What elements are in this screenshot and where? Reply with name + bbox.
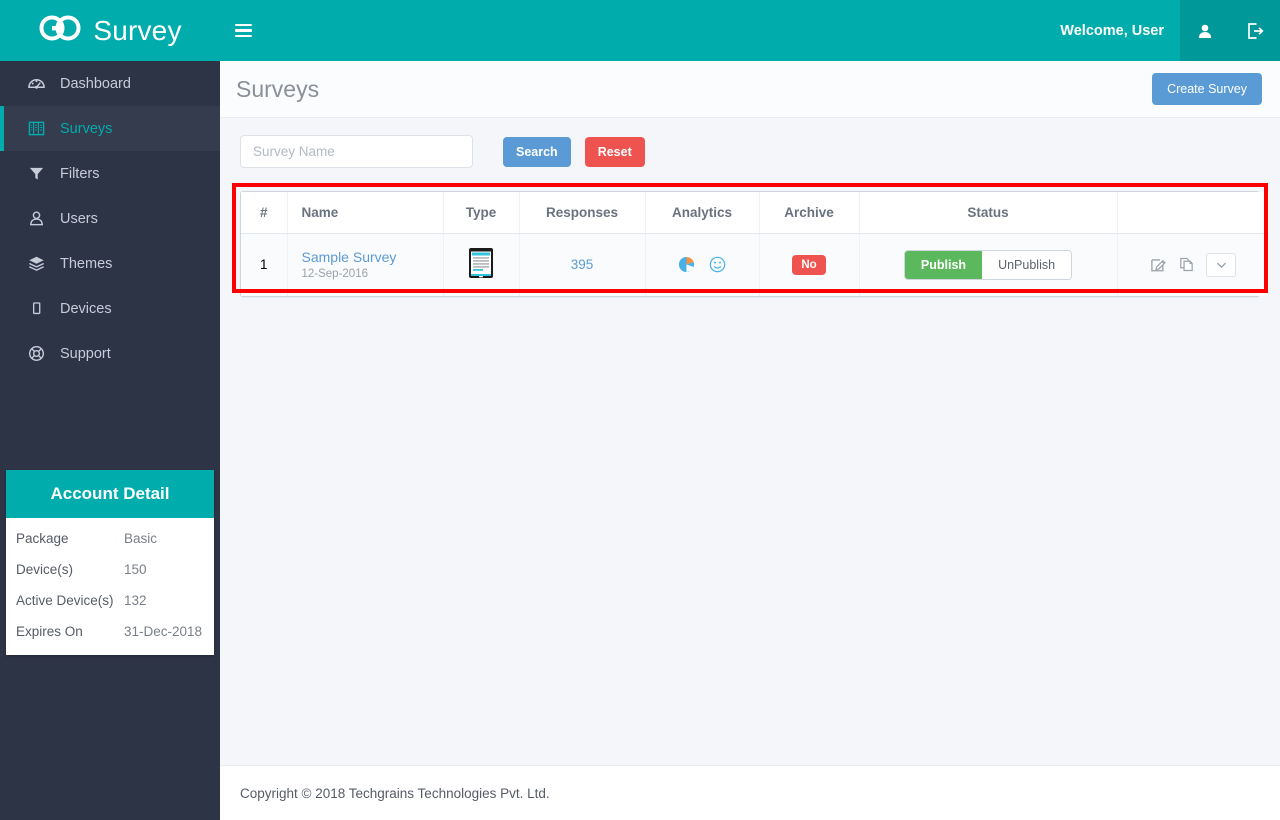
surveys-table: # Name Type Responses Analytics Archive … bbox=[241, 192, 1269, 296]
create-survey-button[interactable]: Create Survey bbox=[1152, 73, 1262, 105]
account-row-key: Package bbox=[16, 531, 69, 546]
surveys-table-panel: # Name Type Responses Analytics Archive … bbox=[240, 191, 1269, 297]
sidebar-item-users[interactable]: Users bbox=[0, 196, 220, 241]
smiley-face-icon[interactable] bbox=[709, 256, 726, 273]
account-detail-title: Account Detail bbox=[6, 470, 214, 518]
sidebar-item-label: Support bbox=[60, 345, 111, 362]
layers-icon bbox=[28, 255, 52, 272]
funnel-icon bbox=[28, 165, 52, 182]
pie-chart-icon[interactable] bbox=[678, 256, 695, 273]
sidebar-item-dashboard[interactable]: Dashboard bbox=[0, 61, 220, 106]
unpublish-button[interactable]: UnPublish bbox=[982, 250, 1072, 279]
account-row-active-devices: Active Device(s) 132 bbox=[6, 585, 214, 616]
account-row-value: 150 bbox=[124, 562, 147, 577]
page-header: Surveys Create Survey bbox=[220, 61, 1280, 118]
publish-button[interactable]: Publish bbox=[904, 250, 983, 279]
table-header-name[interactable]: Name bbox=[287, 192, 444, 234]
account-row-value: Basic bbox=[124, 531, 158, 546]
survey-name-link[interactable]: Sample Survey bbox=[302, 249, 437, 265]
book-icon bbox=[28, 120, 52, 137]
tablet-icon bbox=[28, 300, 52, 317]
footer: Copyright © 2018 Techgrains Technologies… bbox=[220, 765, 1280, 820]
row-index: 1 bbox=[241, 233, 288, 296]
search-input[interactable] bbox=[240, 135, 473, 168]
top-navbar: Survey Welcome, User bbox=[0, 0, 1280, 61]
table-body: 1 Sample Survey 12-Sep-2016 395 No Publi… bbox=[241, 233, 1269, 296]
account-row-value: 31-Dec-2018 bbox=[124, 624, 203, 639]
brand-block[interactable]: Survey bbox=[0, 0, 220, 61]
search-button[interactable]: Search bbox=[503, 136, 571, 167]
welcome-label: Welcome, User bbox=[1060, 22, 1164, 39]
tablet-document-icon bbox=[468, 248, 494, 282]
account-row-value: 132 bbox=[124, 593, 147, 608]
responses-link[interactable]: 395 bbox=[571, 257, 594, 272]
sidebar-item-label: Users bbox=[60, 210, 98, 227]
sidebar: Dashboard Surveys Filters Users Themes D… bbox=[0, 61, 220, 820]
account-row-expires-on: Expires On 31-Dec-2018 bbox=[6, 616, 214, 647]
account-row-key: Device(s) bbox=[16, 562, 74, 577]
survey-date: 12-Sep-2016 bbox=[301, 268, 369, 281]
table-header-status[interactable]: Status bbox=[859, 192, 1118, 234]
account-row-key: Expires On bbox=[16, 624, 83, 639]
row-type-cell bbox=[443, 233, 520, 296]
status-toggle-group: Publish UnPublish bbox=[903, 249, 1073, 280]
table-header-index[interactable]: # bbox=[241, 192, 288, 234]
sidebar-item-filters[interactable]: Filters bbox=[0, 151, 220, 196]
sidebar-item-label: Themes bbox=[60, 255, 113, 272]
search-toolbar: Search Reset bbox=[220, 118, 1280, 168]
table-header-analytics[interactable]: Analytics bbox=[645, 192, 760, 234]
main-content: Surveys Create Survey Search Reset # Nam… bbox=[220, 61, 1280, 820]
duplicate-icon[interactable] bbox=[1178, 256, 1195, 273]
sidebar-item-themes[interactable]: Themes bbox=[0, 241, 220, 286]
edit-icon[interactable] bbox=[1150, 256, 1167, 273]
table-header-type[interactable]: Type bbox=[443, 192, 520, 234]
row-status-cell: Publish UnPublish bbox=[859, 233, 1118, 296]
account-row-devices: Device(s) 150 bbox=[6, 554, 214, 585]
chevron-down-icon[interactable] bbox=[1206, 252, 1237, 277]
reset-button[interactable]: Reset bbox=[584, 136, 645, 167]
row-responses-cell: 395 bbox=[519, 233, 646, 296]
hamburger-menu-icon[interactable] bbox=[220, 0, 266, 61]
logout-icon[interactable] bbox=[1230, 0, 1280, 61]
sidebar-item-label: Filters bbox=[60, 165, 100, 182]
sidebar-item-label: Surveys bbox=[60, 120, 113, 137]
archive-status-badge[interactable]: No bbox=[792, 254, 826, 275]
table-header-archive[interactable]: Archive bbox=[759, 192, 860, 234]
account-row-package: Package Basic bbox=[6, 523, 214, 554]
table-row: 1 Sample Survey 12-Sep-2016 395 No Publi… bbox=[241, 233, 1269, 296]
table-head: # Name Type Responses Analytics Archive … bbox=[241, 192, 1269, 234]
go-infinity-logo-icon bbox=[38, 15, 84, 46]
row-archive-cell: No bbox=[759, 233, 860, 296]
account-detail-body: Package Basic Device(s) 150 Active Devic… bbox=[6, 518, 214, 655]
sidebar-item-devices[interactable]: Devices bbox=[0, 286, 220, 331]
table-header-row: # Name Type Responses Analytics Archive … bbox=[241, 192, 1269, 234]
sidebar-item-label: Dashboard bbox=[60, 75, 131, 92]
table-header-actions bbox=[1117, 192, 1269, 234]
sidebar-item-label: Devices bbox=[60, 300, 112, 317]
life-ring-icon bbox=[28, 345, 52, 362]
account-detail-card: Account Detail Package Basic Device(s) 1… bbox=[6, 470, 214, 655]
account-row-key: Active Device(s) bbox=[16, 593, 114, 608]
row-actions-cell bbox=[1117, 233, 1269, 296]
row-analytics-cell bbox=[645, 233, 760, 296]
user-outline-icon bbox=[28, 210, 52, 227]
dashboard-gauge-icon bbox=[28, 75, 52, 92]
page-title: Surveys bbox=[236, 75, 320, 102]
sidebar-item-surveys[interactable]: Surveys bbox=[0, 106, 220, 151]
table-header-responses[interactable]: Responses bbox=[519, 192, 646, 234]
user-icon[interactable] bbox=[1180, 0, 1230, 61]
copyright-text: Copyright © 2018 Techgrains Technologies… bbox=[240, 785, 550, 801]
row-name-cell: Sample Survey 12-Sep-2016 bbox=[287, 233, 444, 296]
sidebar-item-support[interactable]: Support bbox=[0, 331, 220, 376]
brand-title: Survey bbox=[93, 14, 182, 46]
